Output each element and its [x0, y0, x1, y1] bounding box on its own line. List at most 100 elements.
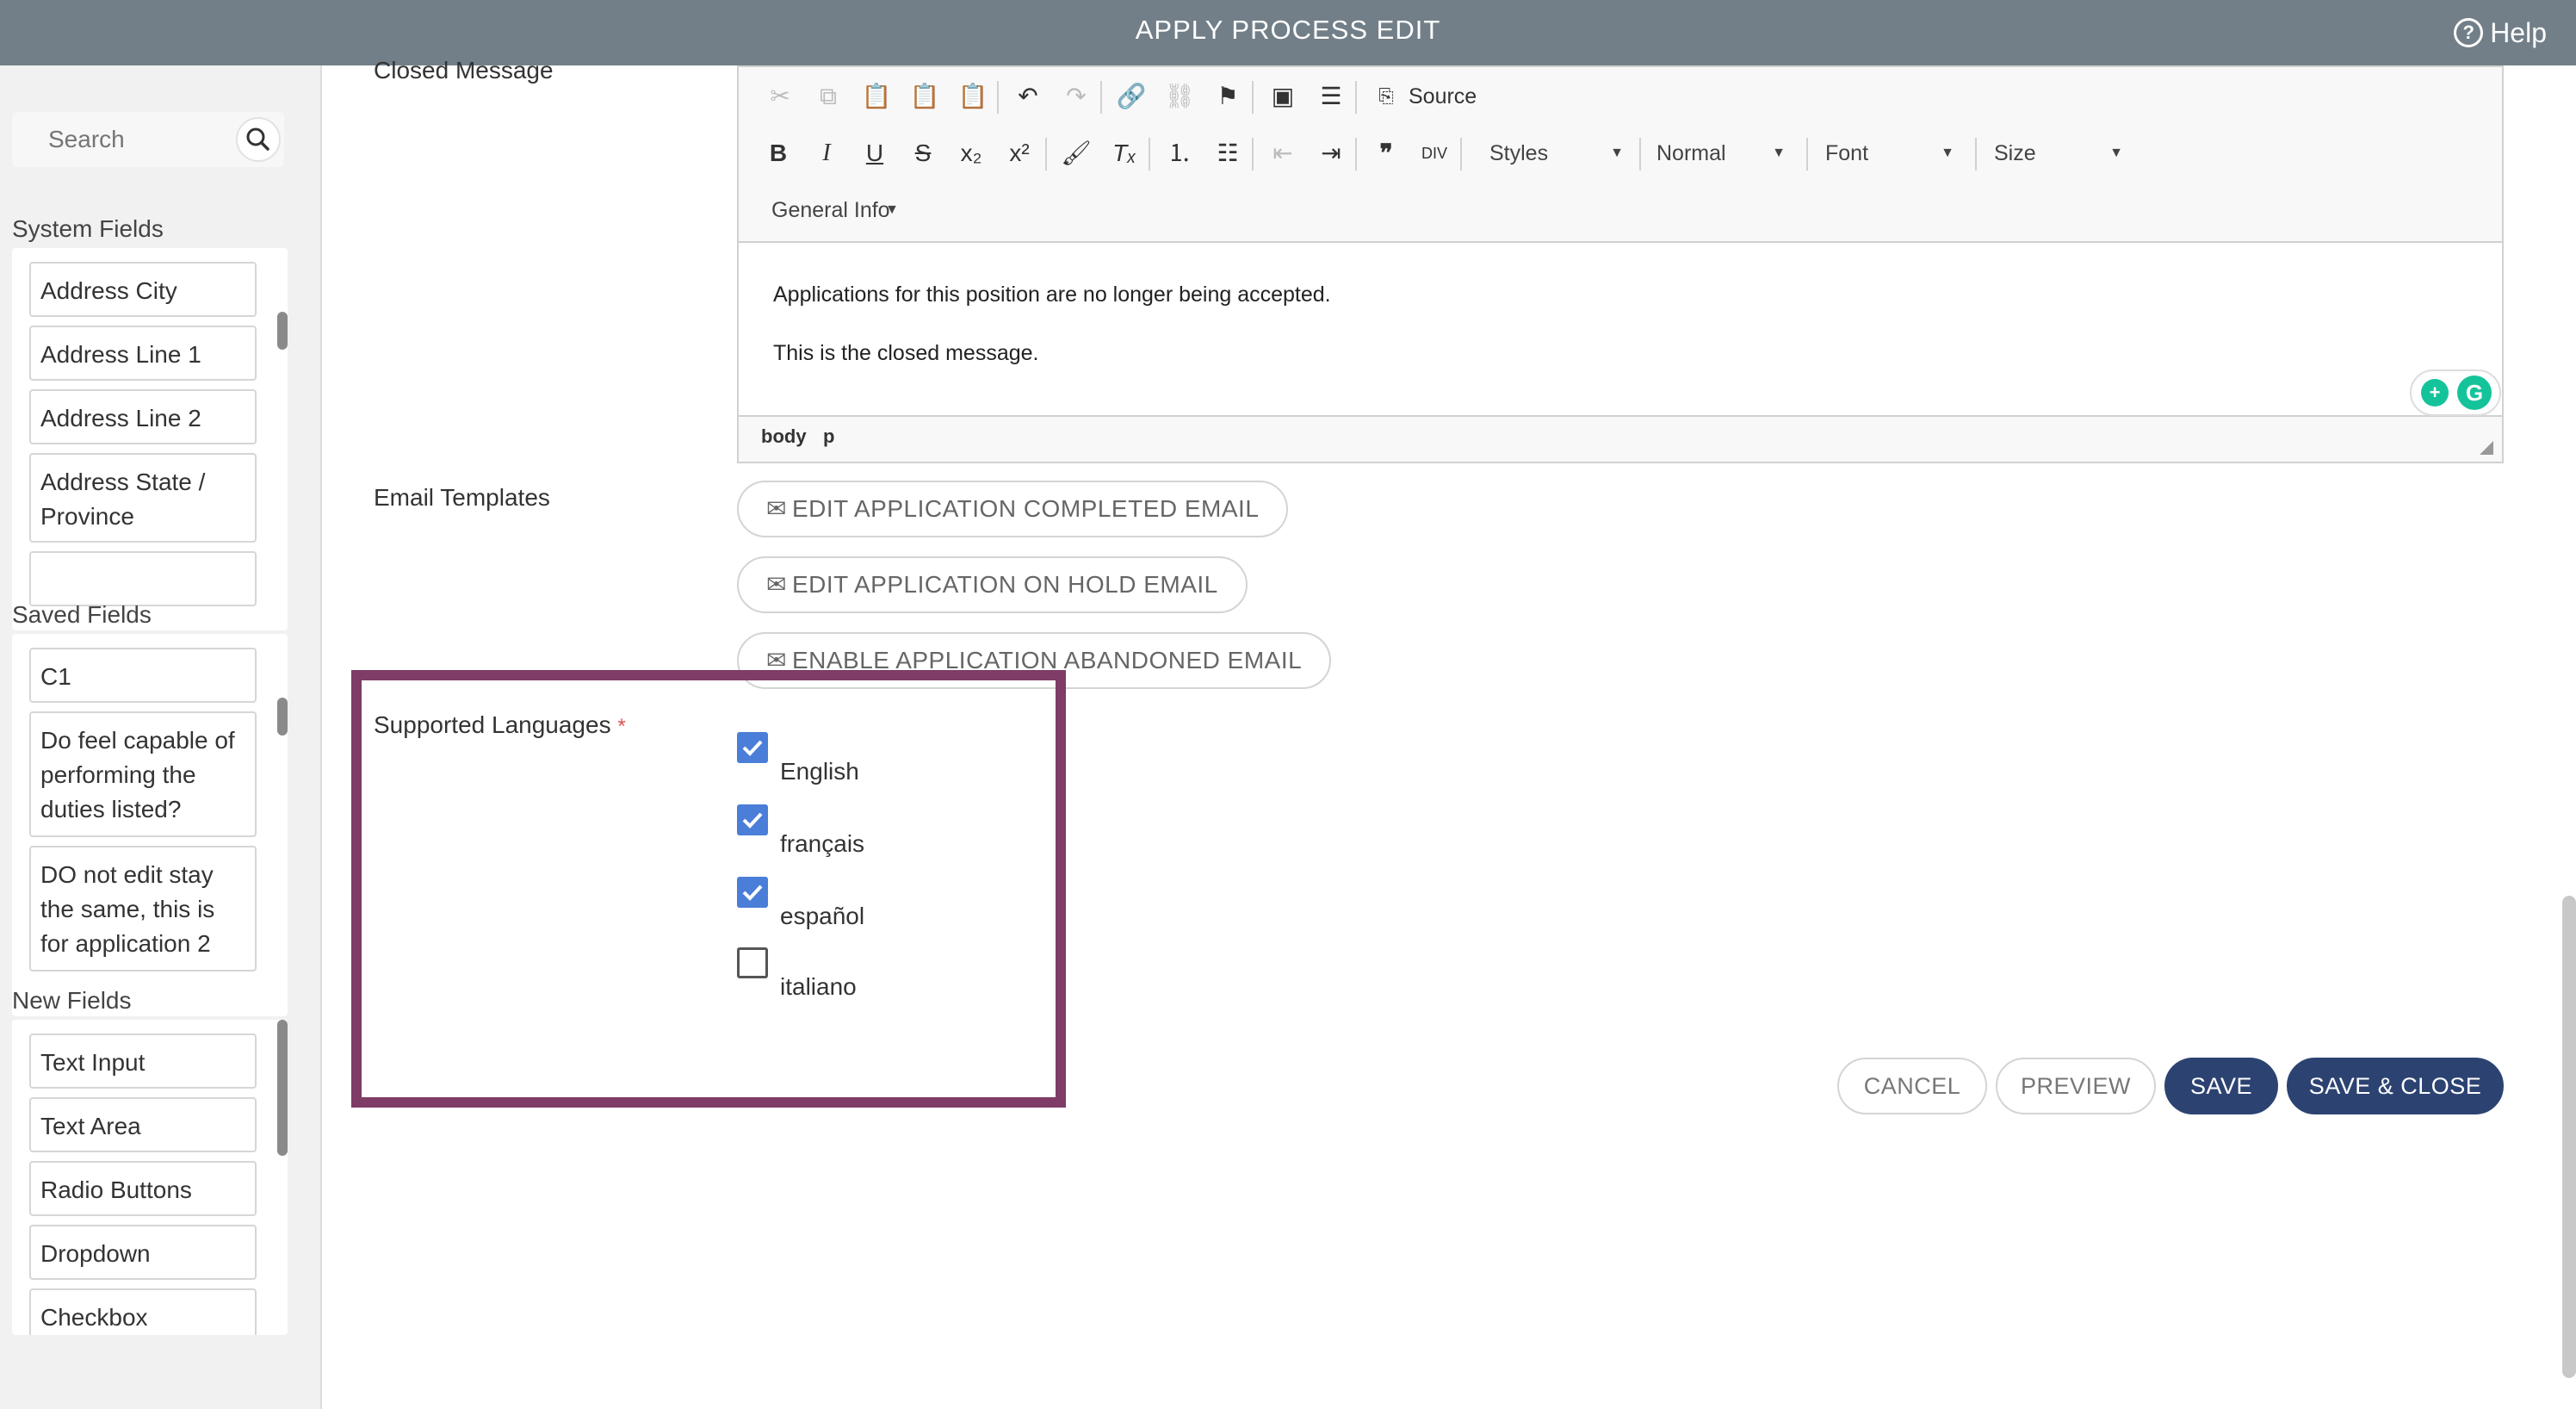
source-icon[interactable]: ⎘	[1369, 79, 1403, 114]
supported-languages-text: Supported Languages	[374, 711, 611, 738]
italic-icon[interactable]: I	[809, 136, 844, 171]
envelope-icon: ✉	[766, 571, 787, 598]
editor-content-area[interactable]: Applications for this position are no lo…	[739, 241, 2502, 417]
bold-icon[interactable]: B	[761, 136, 796, 171]
grammarly-widget[interactable]: + G	[2409, 369, 2502, 417]
preview-button[interactable]: PREVIEW	[1996, 1058, 2156, 1114]
help-label: Help	[2490, 17, 2547, 48]
copy-icon[interactable]: ⧉	[811, 79, 845, 114]
save-button[interactable]: SAVE	[2164, 1058, 2278, 1114]
font-dropdown[interactable]: Font ▼	[1825, 136, 1954, 171]
undo-icon[interactable]: ↶	[1011, 79, 1045, 114]
checkbox-espanol[interactable]	[737, 877, 768, 908]
chevron-down-icon: ▼	[1772, 146, 1786, 160]
general-info-dropdown[interactable]: General Info ▼	[771, 193, 926, 227]
field-item[interactable]: Checkbox	[29, 1288, 257, 1335]
toolbar-separator	[1100, 81, 1102, 114]
editor-paragraph: Applications for this position are no lo…	[773, 282, 1331, 307]
blockquote-icon[interactable]: ❞	[1369, 136, 1403, 171]
search-input[interactable]	[12, 112, 236, 167]
outdent-icon[interactable]: ⇤	[1266, 136, 1300, 171]
help-link[interactable]: ? Help	[2454, 0, 2547, 65]
search-button[interactable]	[236, 117, 281, 162]
editor-toolbar-row-3: General Info ▼	[739, 186, 2502, 241]
checkmark-icon	[742, 812, 763, 829]
image-icon[interactable]: ▣	[1266, 79, 1300, 114]
cut-icon[interactable]: ✂	[763, 79, 797, 114]
field-item[interactable]: Radio Buttons	[29, 1161, 257, 1216]
anchor-flag-icon[interactable]: ⚑	[1211, 79, 1245, 114]
field-item[interactable]: Address State / Province	[29, 453, 257, 543]
paste-text-icon[interactable]: 📋	[907, 79, 942, 114]
field-item[interactable]: Address City	[29, 262, 257, 317]
closed-message-editor: ✂ ⧉ 📋 📋 📋 ↶ ↷ 🔗 ⛓ ⚑ ▣ ☰ ⎘ Source B I U S…	[737, 65, 2504, 463]
format-dropdown[interactable]: Normal ▼	[1656, 136, 1786, 171]
toolbar-separator	[1355, 81, 1357, 114]
redo-icon[interactable]: ↷	[1059, 79, 1093, 114]
styles-dropdown[interactable]: Styles ▼	[1489, 136, 1624, 171]
size-dropdown[interactable]: Size ▼	[1994, 136, 2123, 171]
toolbar-separator	[1460, 138, 1462, 171]
field-sidebar: System Fields Address City Address Line …	[0, 65, 322, 1409]
svg-text:G: G	[2466, 380, 2483, 406]
path-item-p[interactable]: p	[823, 425, 834, 448]
field-item[interactable]: DO not edit stay the same, this is for a…	[29, 846, 257, 971]
checkbox-italiano[interactable]	[737, 947, 768, 978]
field-item[interactable]	[29, 551, 257, 606]
saved-fields-scrollbar[interactable]	[277, 698, 288, 736]
field-item[interactable]: C1	[29, 648, 257, 703]
toolbar-separator	[997, 81, 999, 114]
button-label: EDIT APPLICATION ON HOLD EMAIL	[791, 571, 1218, 598]
indent-icon[interactable]: ⇥	[1314, 136, 1348, 171]
field-item[interactable]: Text Area	[29, 1097, 257, 1152]
page-scrollbar[interactable]	[2562, 896, 2576, 1378]
bulleted-list-icon[interactable]: ☷	[1211, 136, 1245, 171]
checkbox-english[interactable]	[737, 732, 768, 763]
paste-icon[interactable]: 📋	[859, 79, 894, 114]
toolbar-separator	[1045, 138, 1047, 171]
checkmark-icon	[742, 885, 763, 901]
editor-elements-path: body p	[739, 415, 2502, 463]
create-div-icon[interactable]: DIV	[1417, 136, 1452, 171]
edit-completed-email-button[interactable]: ✉ EDIT APPLICATION COMPLETED EMAIL	[737, 481, 1289, 537]
copy-format-icon[interactable]: 🖌	[1059, 136, 1093, 171]
format-dropdown-label: Normal	[1656, 141, 1726, 165]
remove-format-icon[interactable]: Tₓ	[1107, 136, 1142, 171]
language-label: English	[780, 758, 859, 785]
size-dropdown-label: Size	[1994, 141, 2036, 165]
new-fields-scrollbar[interactable]	[277, 1020, 288, 1156]
superscript-icon[interactable]: x²	[1002, 136, 1037, 171]
required-marker: *	[617, 715, 626, 738]
field-item[interactable]: Address Line 1	[29, 326, 257, 381]
source-button[interactable]: Source	[1409, 79, 1477, 114]
toolbar-separator	[1975, 138, 1977, 171]
checkbox-francais[interactable]	[737, 804, 768, 835]
field-item[interactable]: Text Input	[29, 1033, 257, 1089]
system-fields-scrollbar[interactable]	[277, 312, 288, 350]
strikethrough-icon[interactable]: S	[906, 136, 940, 171]
general-info-label: General Info	[771, 198, 890, 222]
numbered-list-icon[interactable]: ⒈	[1162, 136, 1197, 171]
paste-word-icon[interactable]: 📋	[956, 79, 990, 114]
font-dropdown-label: Font	[1825, 141, 1869, 165]
edit-on-hold-email-button[interactable]: ✉ EDIT APPLICATION ON HOLD EMAIL	[737, 556, 1248, 613]
path-item-body[interactable]: body	[761, 425, 807, 448]
envelope-icon: ✉	[766, 495, 787, 522]
chevron-down-icon: ▼	[1941, 146, 1954, 160]
unlink-icon[interactable]: ⛓	[1162, 79, 1197, 114]
email-templates-label: Email Templates	[374, 484, 550, 511]
cancel-button[interactable]: CANCEL	[1837, 1058, 1987, 1114]
field-item[interactable]: Address Line 2	[29, 389, 257, 444]
resize-handle-icon[interactable]	[2478, 439, 2495, 456]
editor-toolbar-row-1: ✂ ⧉ 📋 📋 📋 ↶ ↷ 🔗 ⛓ ⚑ ▣ ☰ ⎘ Source	[739, 72, 2502, 127]
field-item[interactable]: Dropdown	[29, 1225, 257, 1280]
subscript-icon[interactable]: x₂	[954, 136, 988, 171]
link-icon[interactable]: 🔗	[1114, 79, 1149, 114]
underline-icon[interactable]: U	[858, 136, 892, 171]
toolbar-separator	[1252, 81, 1254, 114]
save-and-close-button[interactable]: SAVE & CLOSE	[2287, 1058, 2504, 1114]
horizontal-line-icon[interactable]: ☰	[1314, 79, 1348, 114]
field-item[interactable]: Do feel capable of performing the duties…	[29, 711, 257, 837]
sidebar-search	[12, 112, 284, 167]
checkmark-icon	[742, 740, 763, 756]
